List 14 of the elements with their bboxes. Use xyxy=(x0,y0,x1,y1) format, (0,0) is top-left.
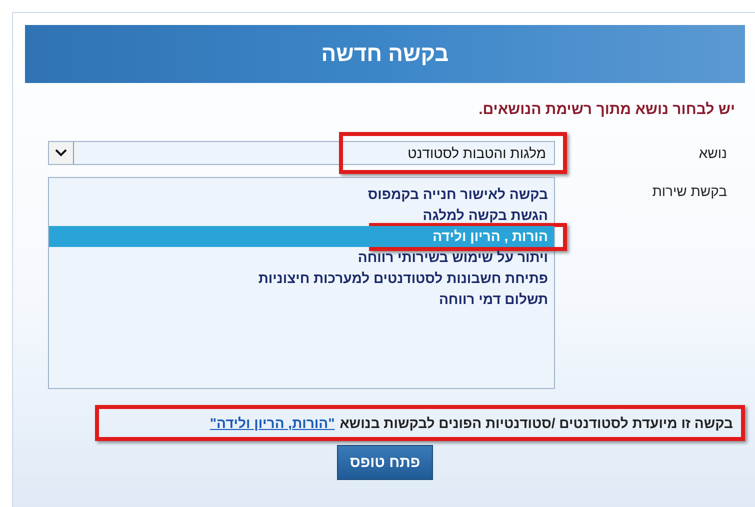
list-option[interactable]: תשלום דמי רווחה xyxy=(49,289,554,310)
topic-link[interactable]: "הורות, הריון ולידה" xyxy=(210,415,335,431)
note-text: בקשה זו מיועדת לסטודנטים /סטודנטיות הפונים לבקשות בנושא xyxy=(340,415,733,431)
list-option[interactable]: פתיחת חשבונות לסטודנטים למערכות חיצוניות xyxy=(49,268,554,289)
service-listbox[interactable]: בקשה לאישור חנייה בקמפוס הגשת בקשה למלגה הורות , הריון ולידה ויתור על שימוש בשירותי רווחה פתיחת חשבונות לסטודנטים למערכות חיצוניות תשלום דמי רווחה xyxy=(48,177,555,389)
list-option[interactable]: בקשה לאישור חנייה בקמפוס xyxy=(49,184,554,205)
list-option[interactable]: ויתור על שימוש בשירותי רווחה xyxy=(49,247,554,268)
error-message: יש לבחור נושא מתוך רשימת הנושאים. xyxy=(478,100,736,120)
field-label: בקשת שירות xyxy=(651,182,728,199)
subject-select[interactable]: מלגות והטבות לסטודנט xyxy=(48,141,555,165)
page-title: בקשה חדשה xyxy=(321,41,449,67)
open-form-button[interactable]: פתח טופס xyxy=(336,445,434,480)
field-label: נושא xyxy=(698,144,728,161)
list-option[interactable]: הגשת בקשה למלגה xyxy=(49,205,554,226)
